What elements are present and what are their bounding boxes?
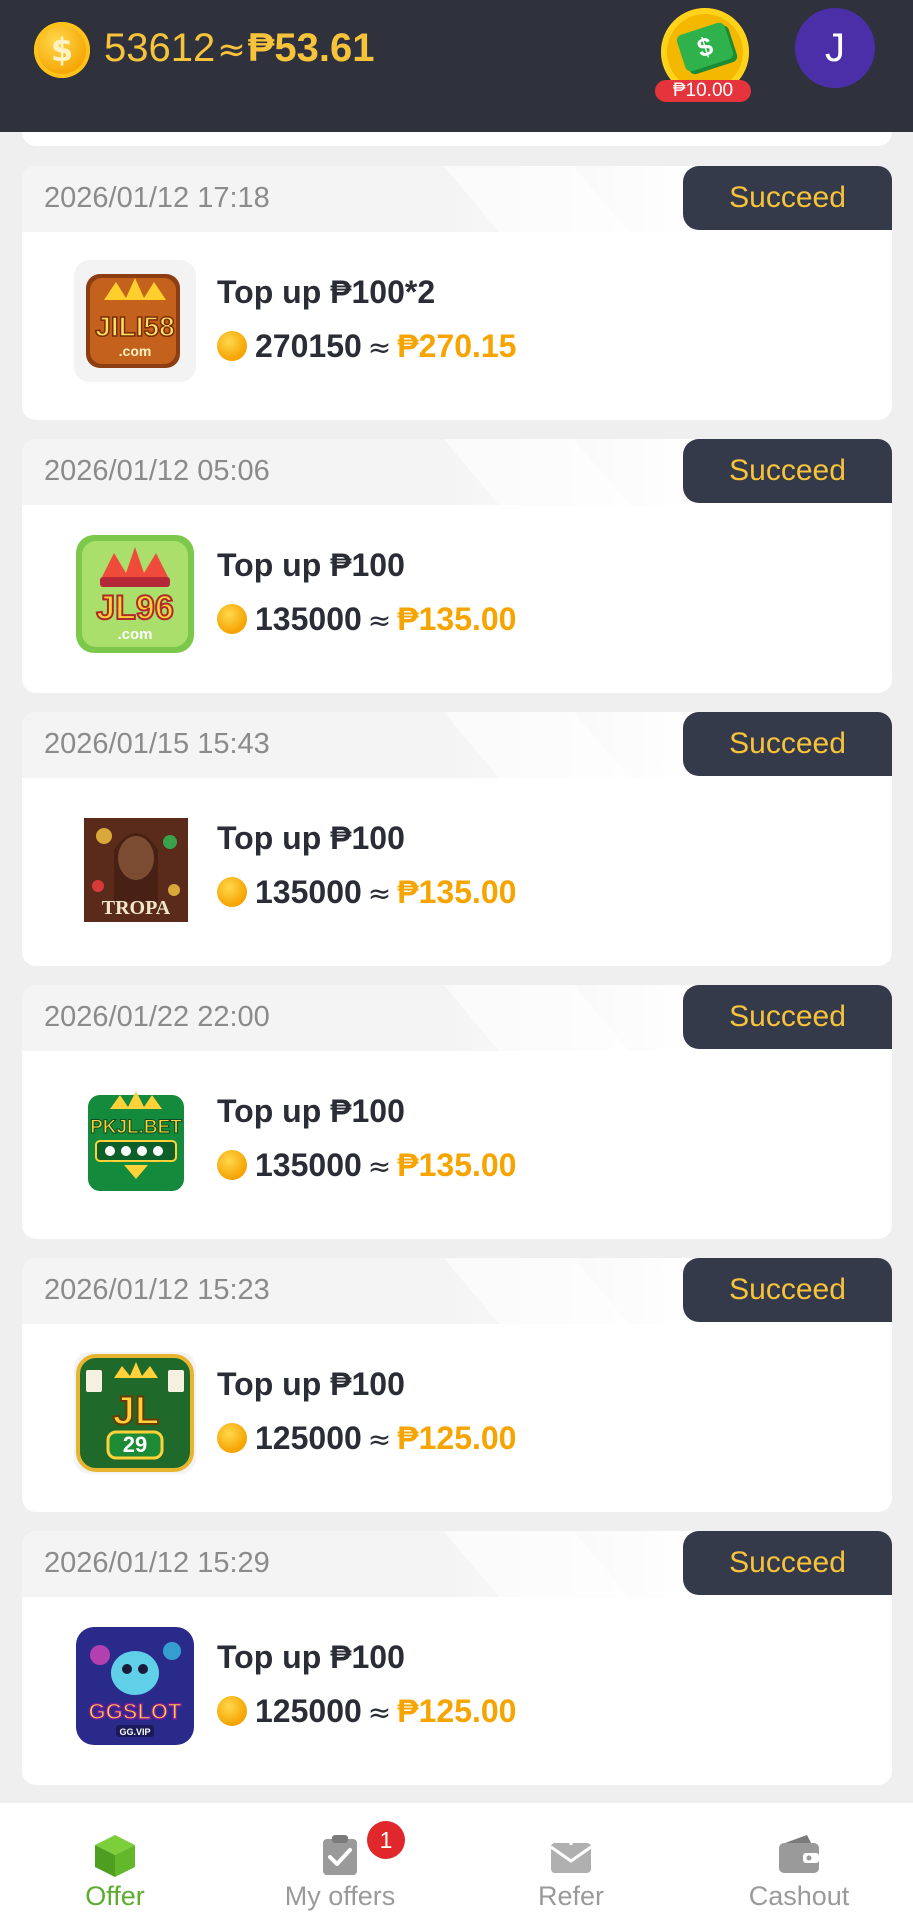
cube-icon [95, 1835, 135, 1877]
svg-text:.com: .com [117, 626, 152, 643]
game-logo: JL 29 [74, 1352, 196, 1474]
envelope-icon [550, 1835, 592, 1873]
list-item[interactable]: 2026/01/15 15:43 Succeed TROPA Top up ₱1… [22, 712, 892, 966]
status-badge: Succeed [683, 985, 892, 1049]
status-badge: Succeed [683, 712, 892, 776]
nav-item-offer[interactable]: Offer [40, 1803, 190, 1920]
order-date: 2026/01/22 22:00 [44, 1001, 270, 1033]
offer-title: Top up ₱100 [217, 1366, 405, 1402]
reward-amount: 135000 ≈ ₱135.00 [217, 874, 516, 911]
svg-text:29: 29 [123, 1432, 147, 1457]
svg-text:GG.VIP: GG.VIP [119, 1727, 150, 1737]
svg-text:JILI58: JILI58 [95, 311, 174, 342]
order-date: 2026/01/15 15:43 [44, 728, 270, 760]
coin-icon [217, 1422, 247, 1453]
status-badge: Succeed [683, 1258, 892, 1322]
coin-icon [217, 603, 247, 634]
wallet-icon [779, 1835, 819, 1873]
nav-label-refer: Refer [537, 1881, 605, 1911]
game-logo: JL96 .com [74, 533, 196, 655]
offer-title: Top up ₱100 [217, 820, 405, 856]
reward-amount: 270150 ≈ ₱270.15 [217, 328, 516, 365]
cash-reward-label[interactable]: ₱10.00 [655, 80, 751, 102]
offer-title: Top up ₱100 [217, 1093, 405, 1129]
status-badge: Succeed [683, 1531, 892, 1595]
top-bar: $ 53612≈₱53.61 $ ₱10.00 J [0, 0, 913, 132]
order-date: 2026/01/12 17:18 [44, 182, 270, 214]
reward-amount: 125000 ≈ ₱125.00 [217, 1420, 516, 1457]
list-item[interactable]: 2026/01/12 15:29 Succeed GGSLOT GG.VIP T… [22, 1531, 892, 1785]
list-item[interactable]: 2026/01/12 15:23 Succeed JL 29 Top up ₱1… [22, 1258, 892, 1512]
offer-title: Top up ₱100 [217, 1639, 405, 1675]
svg-text:GGSLOT: GGSLOT [89, 1699, 182, 1724]
game-logo: PKJL.BET [74, 1079, 196, 1201]
coin-icon: $ [34, 22, 90, 78]
nav-item-refer[interactable]: Refer [496, 1803, 646, 1920]
coin-icon [217, 876, 247, 907]
svg-text:TROPA: TROPA [102, 897, 171, 919]
coin-icon [217, 1695, 247, 1726]
status-badge: Succeed [683, 166, 892, 230]
status-badge: Succeed [683, 439, 892, 503]
nav-label-my-offers: My offers [284, 1881, 396, 1911]
order-date: 2026/01/12 15:23 [44, 1274, 270, 1306]
svg-text:.com: .com [119, 343, 152, 359]
order-date: 2026/01/12 05:06 [44, 455, 270, 487]
bottom-nav: Offer My offers Refer Cashout [0, 1803, 913, 1920]
offer-title: Top up ₱100*2 [217, 274, 436, 310]
nav-label-cashout: Cashout [748, 1881, 850, 1911]
list-item[interactable]: 2026/01/12 05:06 Succeed JL96 .com Top u… [22, 439, 892, 693]
list-item-partial [22, 132, 892, 146]
game-logo: GGSLOT GG.VIP [74, 1625, 196, 1747]
game-logo: JILI58 .com [74, 260, 196, 382]
reward-amount: 135000 ≈ ₱135.00 [217, 601, 516, 638]
offer-title: Top up ₱100 [217, 547, 405, 583]
coin-icon [217, 1149, 247, 1180]
peso-balance: ₱53.61 [247, 26, 375, 70]
clipboard-check-icon [323, 1835, 357, 1875]
svg-text:JL96: JL96 [96, 589, 174, 627]
nav-label-offer: Offer [85, 1881, 145, 1911]
nav-item-my-offers[interactable]: My offers [265, 1803, 415, 1920]
coin-count: 53612 [104, 26, 216, 70]
avatar[interactable]: J [795, 8, 875, 88]
reward-amount: 135000 ≈ ₱135.00 [217, 1147, 516, 1184]
reward-amount: 125000 ≈ ₱125.00 [217, 1693, 516, 1730]
order-date: 2026/01/12 15:29 [44, 1547, 270, 1579]
nav-item-cashout[interactable]: Cashout [724, 1803, 874, 1920]
game-logo: TROPA [74, 806, 196, 928]
list-item[interactable]: 2026/01/22 22:00 Succeed PKJL.BET Top up… [22, 985, 892, 1239]
coin-balance: 53612≈₱53.61 [104, 26, 375, 71]
svg-text:JL: JL [113, 1389, 160, 1433]
coin-icon [217, 330, 247, 361]
notification-badge: 1 [367, 1821, 405, 1859]
svg-text:PKJL.BET: PKJL.BET [90, 1117, 182, 1138]
list-item[interactable]: 2026/01/12 17:18 Succeed JILI58 .com Top… [22, 166, 892, 420]
approx-symbol: ≈ [217, 30, 246, 70]
